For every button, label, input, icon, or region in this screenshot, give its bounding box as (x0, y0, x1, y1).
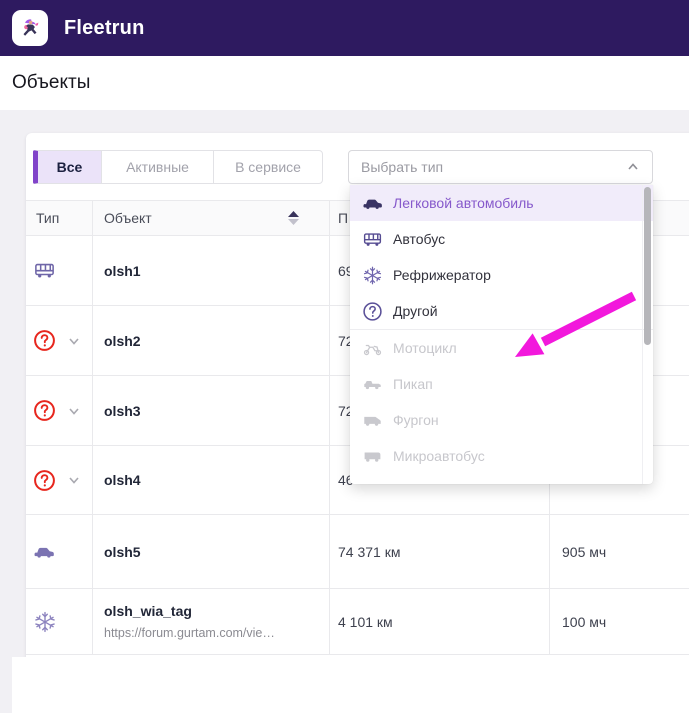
option-label: Пикап (393, 376, 433, 392)
tab-in-service[interactable]: В сервисе (213, 150, 323, 184)
option-label: Микроавтобус (393, 448, 485, 464)
column-header-object-label: Объект (104, 210, 152, 226)
column-header-type: Тип (26, 201, 93, 235)
option-van: Фургон (350, 402, 653, 438)
tab-all[interactable]: Все (33, 150, 102, 184)
scrollbar-thumb[interactable] (644, 187, 651, 345)
scrollbar-track (642, 185, 643, 484)
chevron-down-icon[interactable] (67, 473, 81, 487)
object-link[interactable]: https://forum.gurtam.com/vie… (104, 625, 321, 642)
pickup-icon (362, 374, 383, 395)
page-title-band: Объекты (0, 56, 689, 110)
question-status-icon (33, 399, 56, 422)
tab-active[interactable]: Активные (101, 150, 214, 184)
engine-hours-value: 905 мч (550, 515, 689, 588)
minibus-icon (362, 446, 383, 467)
option-refrigerator[interactable]: Рефрижератор (350, 257, 653, 293)
type-dropdown-panel: Легковой автомобиль Автобус Рефрижератор (350, 185, 653, 484)
bus-icon (33, 259, 56, 282)
car-icon (362, 193, 383, 214)
chevron-down-icon[interactable] (67, 334, 81, 348)
object-name: olsh3 (104, 402, 321, 420)
snowflake-icon (362, 265, 383, 286)
option-bus[interactable]: Автобус (350, 221, 653, 257)
sort-ascending-icon[interactable] (287, 210, 300, 226)
van-icon (362, 410, 383, 431)
option-label: Легковой автомобиль (393, 195, 534, 211)
option-label: Фургон (393, 412, 439, 428)
chevron-down-icon[interactable] (67, 404, 81, 418)
app-title: Fleetrun (64, 17, 145, 40)
table-row[interactable]: olsh5 74 371 км 905 мч (26, 515, 689, 589)
chevron-up-icon (626, 160, 640, 174)
option-motorcycle: Мотоцикл (350, 330, 653, 366)
option-label: Другой (393, 303, 438, 319)
object-name: olsh2 (104, 332, 321, 350)
question-status-icon (33, 469, 56, 492)
motorcycle-icon (362, 338, 383, 359)
snowflake-icon (33, 610, 57, 634)
option-pickup: Пикап (350, 366, 653, 402)
object-name: olsh1 (104, 262, 321, 280)
page-title: Объекты (12, 72, 90, 94)
mileage-value: 4 101 км (330, 589, 550, 654)
type-select-placeholder: Выбрать тип (361, 159, 443, 175)
column-header-object[interactable]: Объект (93, 201, 330, 235)
table-row[interactable]: olsh_wia_tag https://forum.gurtam.com/vi… (26, 589, 689, 655)
option-other[interactable]: Другой (350, 293, 653, 329)
app-header: Fleetrun (0, 0, 689, 56)
fleetrun-logo-icon (12, 10, 48, 46)
engine-hours-value: 100 мч (550, 589, 689, 654)
option-minibus: Микроавтобус (350, 438, 653, 474)
option-label: Рефрижератор (393, 267, 491, 283)
option-car[interactable]: Легковой автомобиль (350, 185, 653, 221)
status-filter-tabs: Все Активные В сервисе (33, 150, 323, 184)
object-name: olsh5 (104, 543, 321, 561)
question-status-icon (33, 329, 56, 352)
bus-icon (362, 229, 383, 250)
type-select[interactable]: Выбрать тип (348, 150, 653, 184)
object-name: olsh_wia_tag (104, 602, 321, 620)
object-name: olsh4 (104, 471, 321, 489)
option-label: Автобус (393, 231, 445, 247)
option-label: Мотоцикл (393, 340, 457, 356)
car-icon (33, 541, 55, 563)
question-circle-icon (362, 301, 383, 322)
mileage-value: 74 371 км (330, 515, 550, 588)
table-footer (12, 657, 689, 713)
